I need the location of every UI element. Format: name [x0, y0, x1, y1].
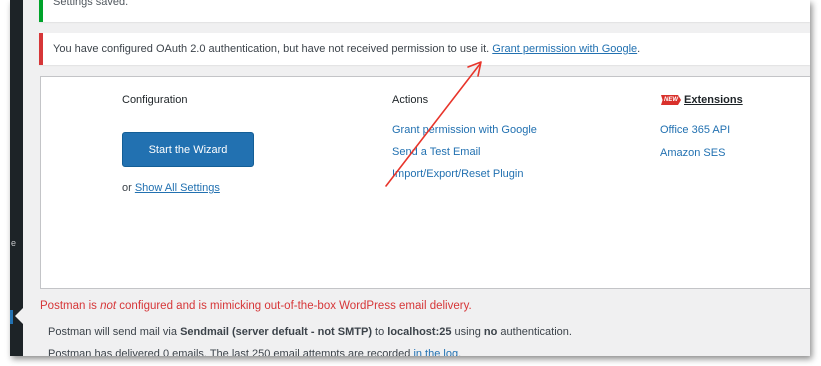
- oauth-notice-message: You have configured OAuth 2.0 authentica…: [53, 43, 640, 55]
- send-to: to: [371, 326, 388, 338]
- admin-sidebar: e: [10, 0, 23, 356]
- postman-dashboard-panel: Configuration Start the Wizard or Show A…: [40, 76, 810, 289]
- oauth-permission-notice: You have configured OAuth 2.0 authentica…: [39, 33, 810, 65]
- send-method: Sendmail (server defualt - not SMTP): [180, 326, 372, 338]
- import-export-reset-link[interactable]: Import/Export/Reset Plugin: [392, 168, 523, 180]
- sidebar-label-fragment: e: [11, 238, 17, 248]
- delivered-prefix: Postman has delivered 0 emails. The last…: [48, 348, 414, 356]
- sidebar-active-marker: [10, 310, 13, 324]
- show-all-settings-link[interactable]: Show All Settings: [135, 182, 220, 194]
- mail-delivery-info: Postman will send mail via Sendmail (ser…: [48, 326, 572, 338]
- or-text: or: [122, 182, 135, 194]
- not-configured-warning: Postman is not configured and is mimicki…: [40, 300, 472, 312]
- oauth-notice-suffix: .: [637, 43, 641, 55]
- grant-permission-action-link[interactable]: Grant permission with Google: [392, 124, 537, 136]
- amazon-ses-link[interactable]: Amazon SES: [660, 147, 725, 159]
- send-using: using: [451, 326, 484, 338]
- send-test-email-link[interactable]: Send a Test Email: [392, 146, 480, 158]
- send-suffix: authentication.: [497, 326, 572, 338]
- warning-prefix: Postman is: [40, 300, 101, 312]
- send-auth: no: [483, 326, 498, 338]
- oauth-notice-text: You have configured OAuth 2.0 authentica…: [53, 43, 493, 55]
- extensions-heading-link[interactable]: Extensions: [684, 94, 743, 106]
- sidebar-active-pointer: [15, 308, 23, 324]
- send-prefix: Postman will send mail via: [48, 326, 181, 338]
- new-badge-icon: NEW: [661, 95, 681, 105]
- warning-suffix: configured and is mimicking out-of-the-b…: [116, 300, 472, 312]
- delivery-log-info: Postman has delivered 0 emails. The last…: [48, 348, 461, 356]
- send-host: localhost:25: [387, 326, 452, 338]
- warning-emphasis: not: [100, 300, 117, 312]
- grant-permission-notice-link[interactable]: Grant permission with Google: [492, 43, 637, 55]
- show-all-settings-line: or Show All Settings: [122, 182, 220, 194]
- view-log-link[interactable]: in the log: [413, 348, 458, 356]
- delivered-suffix: .: [458, 348, 462, 356]
- start-wizard-button[interactable]: Start the Wizard: [122, 132, 254, 167]
- settings-saved-text: Settings saved.: [53, 0, 129, 8]
- settings-saved-notice: Settings saved.: [39, 0, 810, 22]
- actions-heading: Actions: [392, 94, 429, 106]
- screenshot-frame: e Settings saved. You have configured OA…: [10, 0, 810, 356]
- office-365-api-link[interactable]: Office 365 API: [660, 124, 730, 136]
- configuration-heading: Configuration: [122, 94, 188, 106]
